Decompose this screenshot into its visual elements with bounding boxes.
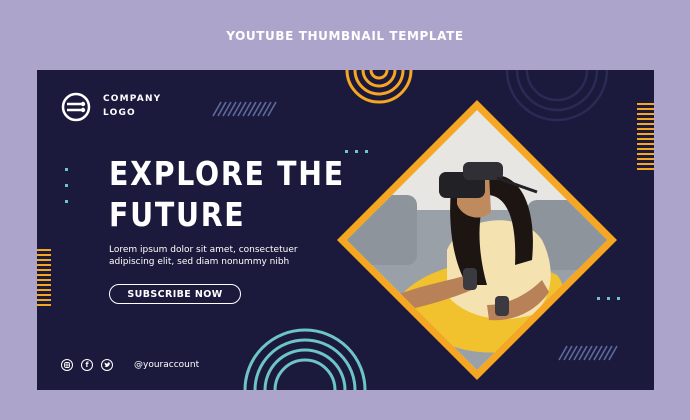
- instagram-icon[interactable]: [61, 359, 73, 371]
- company-logo-icon: [61, 92, 91, 122]
- twitter-icon[interactable]: [101, 359, 113, 371]
- logo-line-1: COMPANY: [103, 94, 162, 104]
- stripes-top: [212, 101, 277, 117]
- subscribe-button[interactable]: SUBSCRIBE NOW: [109, 284, 241, 304]
- photo-diamond-illustration: [337, 100, 617, 380]
- page-header: YOUTUBE THUMBNAIL TEMPLATE: [226, 29, 464, 43]
- company-logo-text: COMPANY LOGO: [103, 92, 161, 120]
- orange-bars-left: [37, 249, 51, 306]
- headline: EXPLORE THE FUTURE: [109, 153, 345, 235]
- facebook-icon[interactable]: f: [81, 359, 93, 371]
- orange-arcs-top: [345, 70, 413, 104]
- thumbnail-card: COMPANY LOGO EXPLORE THE FUTURE Lorem ip…: [37, 70, 654, 390]
- account-handle: @youraccount: [134, 360, 200, 370]
- logo-line-2: LOGO: [103, 108, 136, 118]
- headline-line-1: EXPLORE THE: [109, 154, 345, 193]
- headline-line-2: FUTURE: [109, 195, 246, 234]
- orange-bars-right: [637, 103, 654, 170]
- social-icons: f: [61, 359, 113, 371]
- body-line-1: Lorem ipsum dolor sit amet, consectetuer: [109, 245, 298, 255]
- body-copy: Lorem ipsum dolor sit amet, consectetuer…: [109, 244, 329, 268]
- body-line-2: adipiscing elit, sed diam nonummy nibh: [109, 257, 290, 267]
- vr-photo: [337, 100, 617, 380]
